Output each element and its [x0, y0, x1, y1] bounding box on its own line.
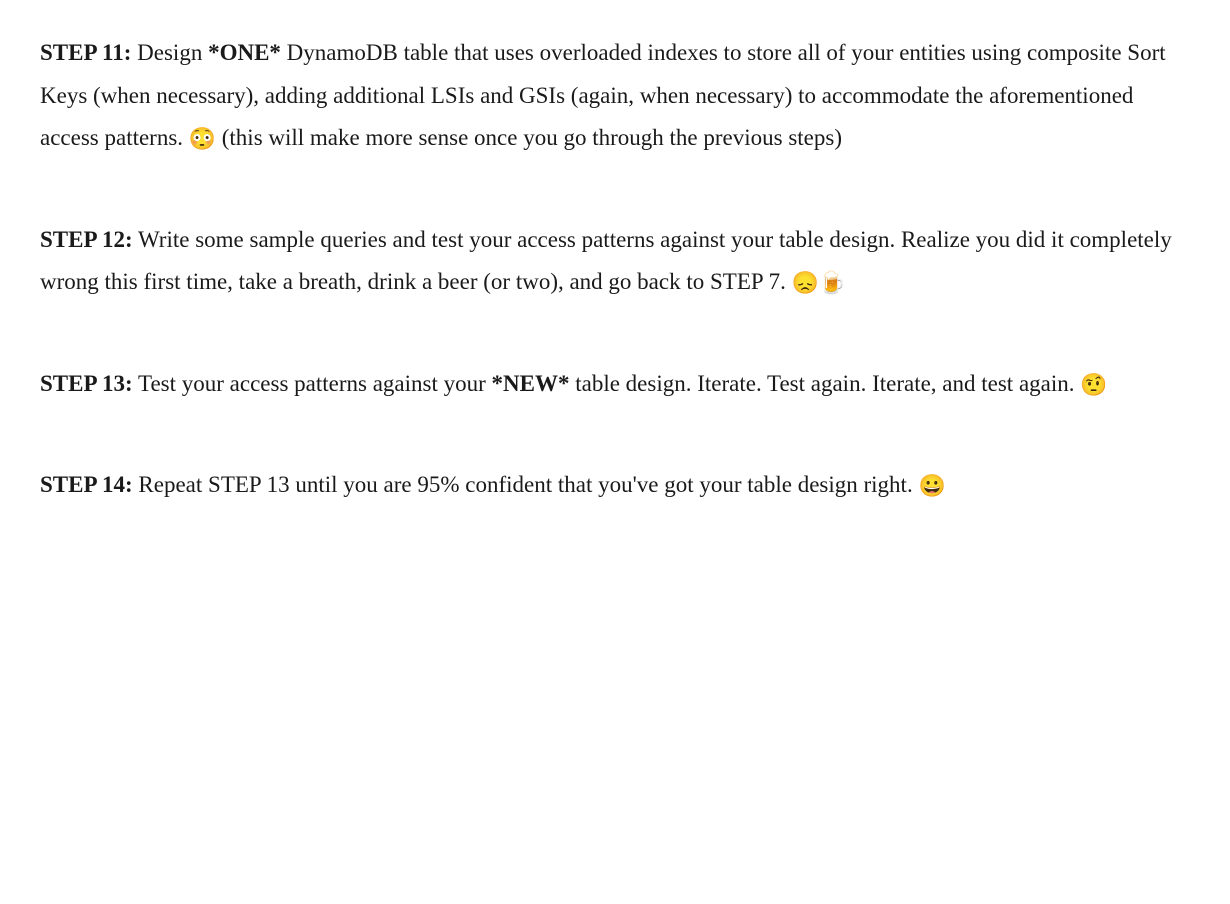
step-12-label: STEP 12: [40, 227, 133, 252]
step-11: STEP 11: Design *ONE* DynamoDB table tha… [40, 32, 1190, 161]
step-14-text-1: Repeat STEP 13 until you are 95% confide… [133, 472, 919, 497]
grinning-face-icon: 😀 [918, 474, 945, 499]
step-12-text-1: Write some sample queries and test your … [40, 227, 1172, 295]
step-12: STEP 12: Write some sample queries and t… [40, 219, 1190, 305]
step-11-text-1: Design [131, 40, 208, 65]
beer-icon: 🍺 [819, 271, 846, 296]
step-11-one: *ONE* [208, 40, 281, 65]
disappointed-face-icon: 😞 [792, 271, 819, 296]
flushed-face-icon: 😳 [189, 127, 216, 152]
step-13: STEP 13: Test your access patterns again… [40, 363, 1190, 406]
step-14: STEP 14: Repeat STEP 13 until you are 95… [40, 464, 1190, 507]
step-13-text-1: Test your access patterns against your [133, 371, 492, 396]
raised-eyebrow-icon: 🤨 [1080, 373, 1107, 398]
step-11-text-3: (this will make more sense once you go t… [216, 125, 842, 150]
step-13-label: STEP 13: [40, 371, 133, 396]
step-14-label: STEP 14: [40, 472, 133, 497]
step-11-label: STEP 11: [40, 40, 131, 65]
step-13-text-2: table design. Iterate. Test again. Itera… [569, 371, 1080, 396]
step-13-new: *NEW* [492, 371, 570, 396]
